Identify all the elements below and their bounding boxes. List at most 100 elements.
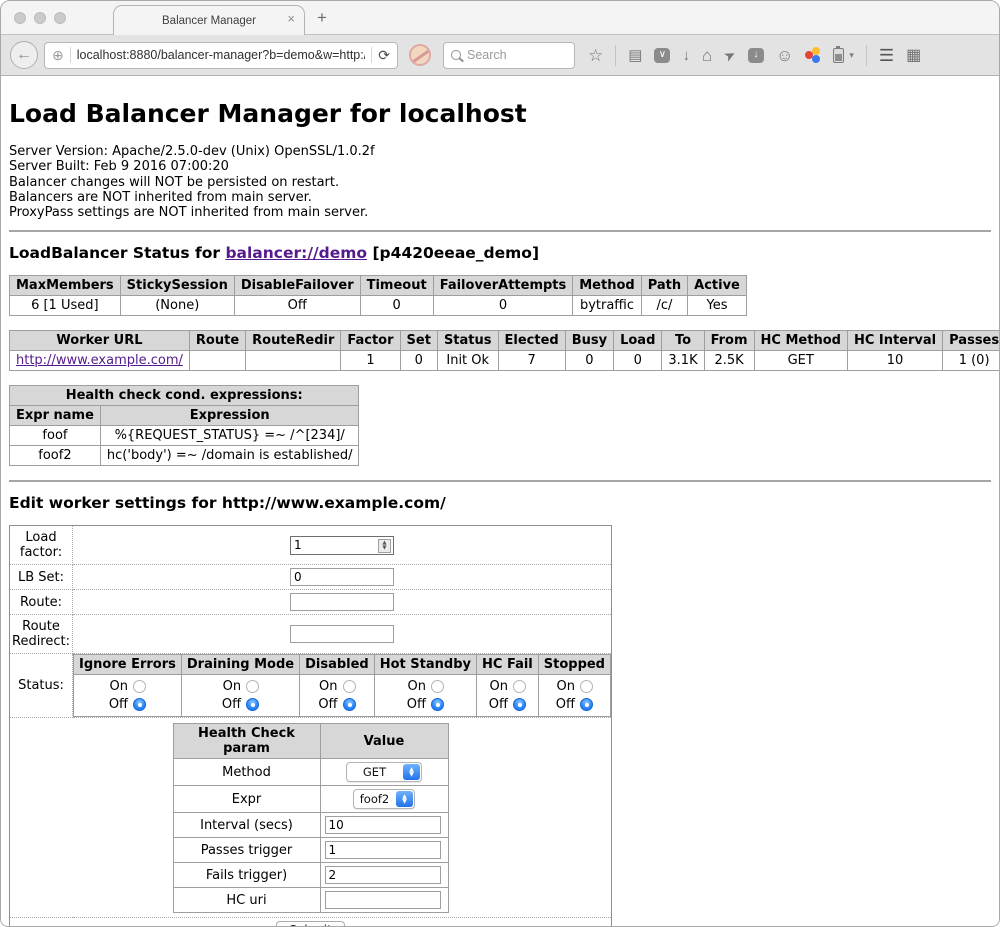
balancer-demo-link[interactable]: balancer://demo	[225, 244, 367, 262]
radio-on-label: On	[556, 679, 574, 694]
downloads-icon[interactable]: ↓	[682, 48, 690, 63]
column-header: RouteRedir	[246, 331, 341, 351]
load-factor-field: ▲▼	[73, 526, 612, 565]
radio-on[interactable]	[431, 680, 444, 693]
send-tab-icon[interactable]: ➤	[721, 46, 738, 65]
lb-set-input[interactable]	[290, 568, 394, 586]
battery-extension-icon[interactable]	[833, 48, 844, 63]
interval-field	[320, 813, 448, 838]
radio-on[interactable]	[580, 680, 593, 693]
column-header: MaxMembers	[10, 276, 121, 296]
navigation-toolbar: ← ⊕ localhost:8880/balancer-manager?b=de…	[1, 35, 999, 76]
search-bar[interactable]	[443, 42, 575, 69]
submit-button[interactable]: Submit	[276, 921, 345, 926]
radio-off[interactable]	[431, 698, 444, 711]
hc-uri-label: HC uri	[173, 888, 320, 913]
close-window-button[interactable]	[14, 12, 26, 24]
cell-expression: hc('body') =~ /domain is established/	[100, 446, 359, 466]
close-tab-icon[interactable]: ×	[287, 12, 295, 25]
route-field	[73, 590, 612, 615]
radio-off[interactable]	[246, 698, 259, 711]
bookmark-star-icon[interactable]: ☆	[588, 48, 603, 63]
search-input[interactable]	[467, 48, 567, 62]
form-row-route: Route:	[10, 590, 612, 615]
info-line: Balancers are NOT inherited from main se…	[9, 190, 991, 205]
tab-title: Balancer Manager	[162, 15, 256, 27]
reading-list-icon[interactable]: ▤	[628, 48, 642, 63]
cell-passes: 1 (0)	[943, 351, 999, 371]
table-row: foof %{REQUEST_STATUS} =~ /^[234]/	[10, 426, 359, 446]
radio-off[interactable]	[580, 698, 593, 711]
page-title: Load Balancer Manager for localhost	[9, 99, 991, 128]
pocket-icon[interactable]: ∨	[654, 48, 670, 63]
status-disabled: On Off	[300, 675, 375, 717]
expr-field: foof2 ▲▼	[320, 786, 448, 813]
hc-row-method: Method GET ▲▼	[173, 759, 448, 786]
balancer-status-table: MaxMembers StickySession DisableFailover…	[9, 275, 747, 316]
radio-off[interactable]	[133, 698, 146, 711]
column-header: Worker URL	[10, 331, 190, 351]
radio-off-label: Off	[407, 697, 426, 712]
feedback-smiley-icon[interactable]: ☺	[776, 48, 793, 63]
home-icon[interactable]: ⌂	[702, 48, 712, 63]
column-header: From	[704, 331, 754, 351]
new-tab-button[interactable]: +	[317, 8, 327, 28]
back-button[interactable]: ←	[10, 41, 38, 69]
url-bar[interactable]: ⊕ localhost:8880/balancer-manager?b=demo…	[44, 42, 398, 69]
form-row-submit: Submit	[10, 918, 612, 926]
number-spinner-icon[interactable]: ▲▼	[378, 539, 391, 553]
table-header-row: Health Check param Value	[173, 724, 448, 759]
divider	[866, 45, 867, 66]
interval-input[interactable]	[325, 816, 441, 834]
expr-select[interactable]: foof2 ▲▼	[353, 789, 415, 809]
radio-off-label: Off	[489, 697, 508, 712]
hc-uri-input[interactable]	[325, 891, 441, 909]
cell-expr-name: foof	[10, 426, 101, 446]
chevron-down-icon[interactable]: ▾	[849, 50, 854, 61]
cell-hc-method: GET	[754, 351, 847, 371]
load-factor-stepper: ▲▼	[290, 536, 394, 555]
colorful-extension-icon[interactable]	[805, 47, 821, 63]
divider	[9, 480, 991, 482]
route-redirect-input[interactable]	[290, 625, 394, 643]
fails-input[interactable]	[325, 866, 441, 884]
table-row: 6 [1 Used] (None) Off 0 0 bytraffic /c/ …	[10, 296, 747, 316]
radio-off[interactable]	[513, 698, 526, 711]
radio-on[interactable]	[246, 680, 259, 693]
method-selected-value: GET	[347, 765, 402, 779]
route-input[interactable]	[290, 593, 394, 611]
radio-on[interactable]	[133, 680, 146, 693]
status-hot-standby: On Off	[374, 675, 476, 717]
radio-on[interactable]	[513, 680, 526, 693]
column-header: Value	[320, 724, 448, 759]
reload-icon[interactable]: ⟳	[378, 47, 390, 64]
route-redirect-label: Route Redirect:	[10, 615, 73, 654]
tab-balancer-manager[interactable]: Balancer Manager ×	[113, 5, 305, 35]
grid-extension-icon[interactable]: ▦	[906, 48, 921, 63]
plugin-blocked-icon[interactable]	[409, 44, 431, 66]
cell-routeredir	[246, 351, 341, 371]
zoom-window-button[interactable]	[54, 12, 66, 24]
cell-method: bytraffic	[573, 296, 641, 316]
minimize-window-button[interactable]	[34, 12, 46, 24]
cell-factor: 1	[341, 351, 400, 371]
server-info: Server Version: Apache/2.5.0-dev (Unix) …	[9, 144, 991, 220]
lb-set-label: LB Set:	[10, 565, 73, 590]
radio-on[interactable]	[343, 680, 356, 693]
route-redirect-field	[73, 615, 612, 654]
method-select[interactable]: GET ▲▼	[346, 762, 422, 782]
column-header: Set	[400, 331, 437, 351]
radio-off-label: Off	[222, 697, 241, 712]
route-label: Route:	[10, 590, 73, 615]
panel-download-icon[interactable]: ↓	[748, 48, 764, 63]
submit-cell: Submit	[10, 918, 612, 926]
url-text[interactable]: localhost:8880/balancer-manager?b=demo&w…	[77, 48, 366, 62]
divider	[371, 47, 372, 63]
radio-off[interactable]	[343, 698, 356, 711]
passes-input[interactable]	[325, 841, 441, 859]
status-table: Ignore Errors Draining Mode Disabled Hot…	[73, 654, 611, 717]
menu-icon[interactable]: ☰	[879, 48, 894, 63]
toolbar-icons: ☆ ▤ ∨ ↓ ⌂ ➤ ↓ ☺ ▾ ☰ ▦	[588, 45, 921, 66]
method-field: GET ▲▼	[320, 759, 448, 786]
worker-url-link[interactable]: http://www.example.com/	[16, 353, 183, 368]
